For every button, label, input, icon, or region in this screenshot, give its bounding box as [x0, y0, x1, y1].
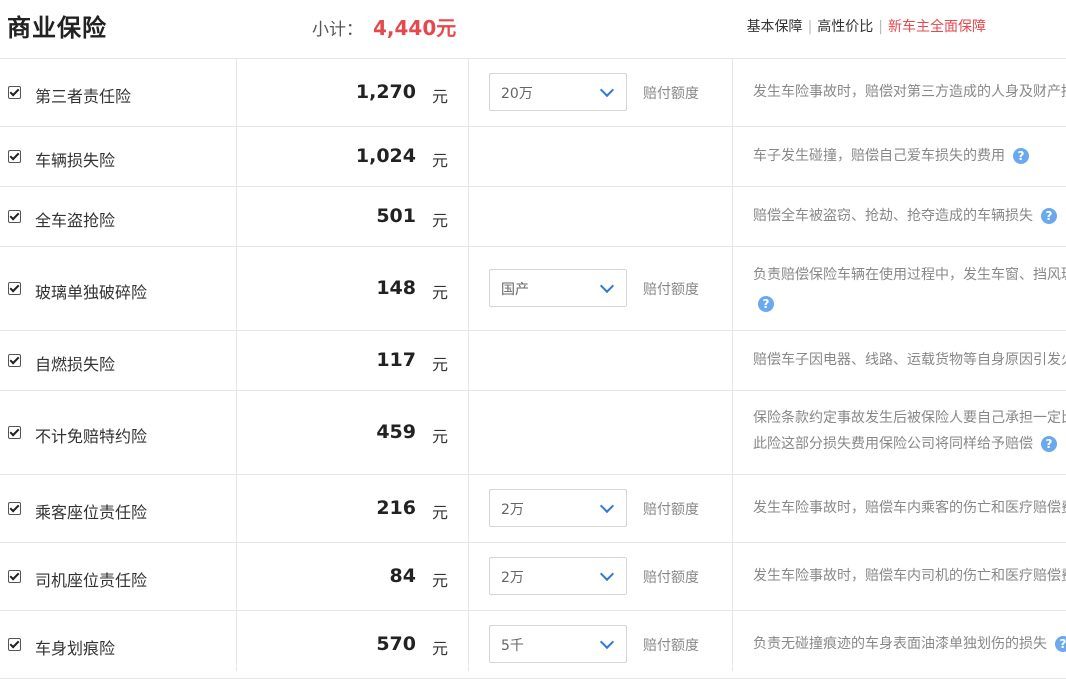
coverage-select[interactable]: 国产	[489, 269, 627, 307]
row-checkbox[interactable]	[8, 426, 21, 439]
row-checkbox[interactable]	[8, 354, 21, 367]
table-row: 全车盗抢险 501 元 赔偿全车被盗窃、抢劫、抢夺造成的车辆损失?	[0, 187, 1066, 247]
insurance-price: 1,024	[355, 145, 416, 167]
coverage-select[interactable]: 20万	[489, 73, 627, 111]
coverage-select[interactable]: 5千	[489, 625, 627, 663]
insurance-description: 发生车险事故时，赔偿车内司机的伤亡和医疗赔偿费	[753, 568, 1066, 584]
table-row: 车身划痕险 570 元 5千 赔付额度 负责无碰撞痕迹的车身表面油漆单独划伤的损…	[0, 611, 1066, 679]
insurance-description: 负责赔偿保险车辆在使用过程中，发生车窗、挡风玻	[753, 267, 1066, 283]
coverage-select-value: 国产	[501, 282, 529, 298]
coverage-select-value: 2万	[501, 502, 524, 518]
price-unit: 元	[432, 639, 449, 658]
price-unit: 元	[432, 283, 449, 302]
row-checkbox[interactable]	[8, 150, 21, 163]
coverage-select[interactable]: 2万	[489, 557, 627, 595]
plan-tab-new-owner[interactable]: 新车主全面保障	[888, 19, 986, 35]
price-unit: 元	[432, 87, 449, 106]
chevron-down-icon	[599, 566, 615, 582]
coverage-label: 赔付额度	[643, 638, 699, 654]
coverage-label: 赔付额度	[643, 86, 699, 102]
insurance-table: 第三者责任险 1,270 元 20万 赔付额度 发生车险事故时，赔偿对第三方造成…	[0, 58, 1066, 679]
row-checkbox[interactable]	[8, 502, 21, 515]
insurance-price: 117	[376, 349, 416, 371]
table-row: 自燃损失险 117 元 赔偿车子因电器、线路、运载货物等自身原因引发火	[0, 331, 1066, 391]
table-row: 司机座位责任险 84 元 2万 赔付额度 发生车险事故时，赔偿车内司机的伤亡和医…	[0, 543, 1066, 611]
page-title: 商业保险	[7, 14, 107, 42]
insurance-description: 赔偿全车被盗窃、抢劫、抢夺造成的车辆损失?	[753, 203, 1066, 229]
insurance-price: 148	[376, 277, 416, 299]
price-unit: 元	[432, 151, 449, 170]
insurance-name: 自燃损失险	[35, 355, 116, 374]
table-row: 玻璃单独破碎险 148 元 国产 赔付额度 负责赔偿保险车辆在使用过程中，发生车…	[0, 247, 1066, 331]
row-checkbox[interactable]	[8, 282, 21, 295]
insurance-description: 发生车险事故时，赔偿对第三方造成的人身及财产损失	[753, 84, 1066, 100]
help-icon[interactable]: ?	[1041, 436, 1057, 452]
coverage-select-value: 5千	[501, 638, 524, 654]
table-row: 第三者责任险 1,270 元 20万 赔付额度 发生车险事故时，赔偿对第三方造成…	[0, 59, 1066, 127]
insurance-description: 车子发生碰撞，赔偿自己爱车损失的费用?	[753, 143, 1066, 169]
price-unit: 元	[432, 427, 449, 446]
row-checkbox[interactable]	[8, 210, 21, 223]
table-row: 乘客座位责任险 216 元 2万 赔付额度 发生车险事故时，赔偿车内乘客的伤亡和…	[0, 475, 1066, 543]
coverage-label: 赔付额度	[643, 502, 699, 518]
chevron-down-icon	[599, 634, 615, 650]
subtotal-label: 小计：	[312, 20, 363, 40]
plan-separator: |	[878, 19, 883, 35]
coverage-select[interactable]: 2万	[489, 489, 627, 527]
insurance-price: 1,270	[355, 81, 416, 103]
help-icon-line: ?	[758, 293, 774, 312]
row-checkbox[interactable]	[8, 570, 21, 583]
chevron-down-icon	[599, 498, 615, 514]
row-checkbox[interactable]	[8, 638, 21, 651]
insurance-name: 乘客座位责任险	[35, 503, 148, 522]
coverage-label: 赔付额度	[643, 282, 699, 298]
price-unit: 元	[432, 571, 449, 590]
subtotal-value: 4,440元	[373, 16, 457, 40]
chevron-down-icon	[599, 82, 615, 98]
insurance-name: 司机座位责任险	[35, 571, 148, 590]
insurance-description: 负责无碰撞痕迹的车身表面油漆单独划伤的损失?	[753, 631, 1066, 657]
price-unit: 元	[432, 355, 449, 374]
price-unit: 元	[432, 503, 449, 522]
insurance-name: 不计免赔特约险	[35, 427, 148, 446]
insurance-name: 车辆损失险	[35, 151, 116, 170]
coverage-select-value: 20万	[501, 86, 533, 102]
plan-separator: |	[807, 19, 813, 35]
help-icon[interactable]: ?	[758, 295, 774, 312]
insurance-price: 570	[376, 633, 416, 655]
insurance-description: 保险条款约定事故发生后被保险人要自己承担一定比 此险这部分损失费用保险公司将同样给…	[753, 410, 1066, 452]
insurance-price: 501	[376, 205, 416, 227]
coverage-select-value: 2万	[501, 570, 524, 586]
coverage-label: 赔付额度	[643, 570, 699, 586]
plan-tab-basic[interactable]: 基本保障	[747, 19, 803, 35]
help-icon[interactable]: ?	[1013, 148, 1029, 164]
insurance-price: 459	[376, 421, 416, 443]
chevron-down-icon	[599, 278, 615, 294]
insurance-description: 赔偿车子因电器、线路、运载货物等自身原因引发火	[753, 352, 1066, 368]
table-row: 不计免赔特约险 459 元 保险条款约定事故发生后被保险人要自己承担一定比 此险这…	[0, 391, 1066, 475]
help-icon[interactable]: ?	[1055, 636, 1066, 652]
insurance-name: 车身划痕险	[35, 639, 116, 658]
insurance-price: 216	[376, 497, 416, 519]
insurance-price: 84	[389, 565, 416, 587]
price-unit: 元	[432, 211, 449, 230]
help-icon[interactable]: ?	[1041, 208, 1057, 224]
insurance-name: 玻璃单独破碎险	[35, 283, 148, 302]
plan-tabs: 基本保障 | 高性价比 | 新车主全面保障	[747, 16, 986, 36]
insurance-name: 全车盗抢险	[35, 211, 116, 230]
plan-tab-value[interactable]: 高性价比	[817, 19, 873, 35]
row-checkbox[interactable]	[8, 86, 21, 99]
header: 商业保险 小计： 4,440元 基本保障 | 高性价比 | 新车主全面保障	[0, 0, 1066, 52]
insurance-name: 第三者责任险	[35, 87, 132, 106]
insurance-description-line2: 此险这部分损失费用保险公司将同样给予赔偿	[753, 436, 1033, 452]
insurance-description: 发生车险事故时，赔偿车内乘客的伤亡和医疗赔偿费	[753, 500, 1066, 516]
table-row: 车辆损失险 1,024 元 车子发生碰撞，赔偿自己爱车损失的费用?	[0, 127, 1066, 187]
